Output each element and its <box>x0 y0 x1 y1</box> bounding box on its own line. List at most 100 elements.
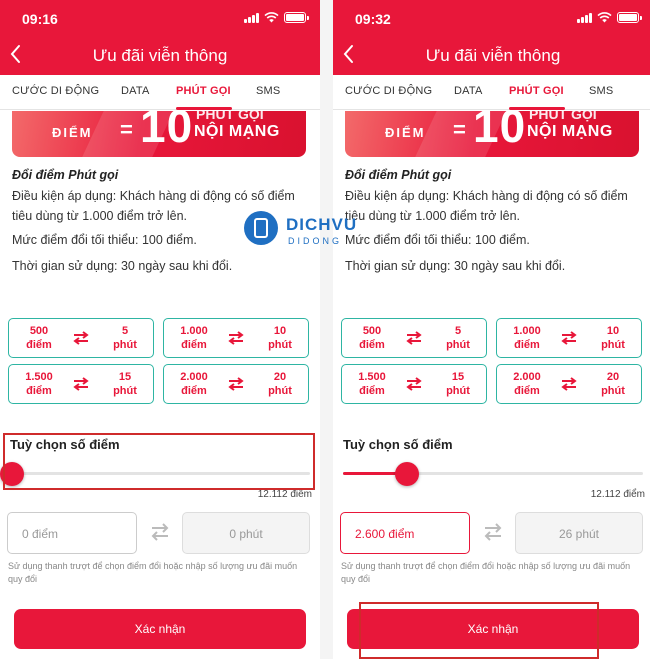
battery-icon <box>617 12 642 23</box>
app-header: 09:32 Ưu đãi viễn thông <box>333 0 650 75</box>
option-points: 1.000 <box>513 325 541 337</box>
phone-screen-left: 09:16 Ưu đãi viễn thông CƯỚC DI ĐỘNG DAT… <box>0 0 320 659</box>
slider-max-label: 12.112 điểm <box>590 489 645 500</box>
option-500[interactable]: 500 điểm 5 phút <box>8 318 154 358</box>
watermark-name: DICHVU <box>286 215 358 234</box>
banner-minutes-word: PHÚT GỌI <box>529 111 597 122</box>
option-minutes-unit: phút <box>446 339 470 351</box>
option-points: 1.500 <box>358 371 386 383</box>
duration-text: Thời gian sử dụng: 30 ngày sau khi đổi. <box>12 259 233 273</box>
highlight-box-slider <box>3 433 315 490</box>
option-points: 1.500 <box>25 371 53 383</box>
option-points: 2.000 <box>513 371 541 383</box>
option-minutes-unit: phút <box>268 339 292 351</box>
tab-sms[interactable]: SMS <box>256 85 280 97</box>
banner-equals: = <box>120 117 133 142</box>
wifi-icon <box>597 12 612 23</box>
option-1000[interactable]: 1.000 điểm 10 phút <box>163 318 309 358</box>
option-1000[interactable]: 1.000 điểm 10 phút <box>496 318 642 358</box>
option-1500[interactable]: 1.500 điểm 15 phút <box>341 364 487 404</box>
option-points: 2.000 <box>180 371 208 383</box>
tab-data[interactable]: DATA <box>121 85 150 97</box>
points-input[interactable]: 2.600 điểm <box>340 512 470 554</box>
option-minutes: 20 <box>606 371 620 383</box>
option-points-unit: điểm <box>514 385 540 397</box>
slider-max-label: 12.112 điểm <box>257 489 312 500</box>
banner-points-number: 1000 <box>397 111 433 115</box>
option-minutes: 5 <box>454 325 462 337</box>
banner-minutes-number: 10 <box>473 111 527 152</box>
promo-banner: 1000 ĐIỂM = 10 PHÚT GỌI NỘI MẠNG <box>12 111 306 157</box>
swap-icon <box>484 523 502 541</box>
signal-icon <box>244 12 259 23</box>
tab-cuoc-di-dong[interactable]: CƯỚC DI ĐỘNG <box>345 85 432 97</box>
option-minutes-unit: phút <box>268 385 292 397</box>
option-2000[interactable]: 2.000 điểm 20 phút <box>163 364 309 404</box>
slider-label: Tuỳ chọn số điểm <box>343 437 453 452</box>
option-points-unit: điểm <box>181 385 207 397</box>
confirm-button[interactable]: Xác nhận <box>14 609 306 649</box>
option-minutes: 5 <box>121 325 129 337</box>
option-2000[interactable]: 2.000 điểm 20 phút <box>496 364 642 404</box>
section-title: Đổi điểm Phút gọi <box>12 168 119 182</box>
page-title: Ưu đãi viễn thông <box>92 46 228 65</box>
slider-thumb[interactable] <box>395 462 420 486</box>
minutes-output: 0 phút <box>182 512 310 554</box>
option-1500[interactable]: 1.500 điểm 15 phút <box>8 364 154 404</box>
banner-points-word: ĐIỂM <box>52 125 93 140</box>
option-minutes: 10 <box>606 325 620 337</box>
tab-bar: CƯỚC DI ĐỘNG DATA PHÚT GỌI SMS <box>333 75 650 110</box>
banner-points-word: ĐIỂM <box>385 125 426 140</box>
exchange-icon <box>73 377 89 391</box>
tab-cuoc-di-dong[interactable]: CƯỚC DI ĐỘNG <box>12 85 99 97</box>
wifi-icon <box>264 12 279 23</box>
option-points-unit: điểm <box>26 339 52 351</box>
tab-sms[interactable]: SMS <box>589 85 613 97</box>
banner-minutes-number: 10 <box>140 111 194 152</box>
watermark-logo: DICHVU DIDONG <box>244 209 364 255</box>
status-icons <box>244 12 309 23</box>
option-minutes: 15 <box>451 371 465 383</box>
exchange-icon <box>561 331 577 345</box>
hint-text: Sử dụng thanh trượt để chọn điểm đổi hoặ… <box>8 561 298 584</box>
exchange-icon <box>406 377 422 391</box>
option-minutes-unit: phút <box>113 385 137 397</box>
hint-text: Sử dụng thanh trượt để chọn điểm đổi hoặ… <box>341 561 631 584</box>
option-minutes-unit: phút <box>601 339 625 351</box>
condition-text: Điều kiện áp dụng: Khách hàng di động có… <box>345 189 628 223</box>
option-minutes: 15 <box>118 371 132 383</box>
option-points-unit: điểm <box>359 385 385 397</box>
watermark-sub: DIDONG <box>288 236 342 246</box>
option-minutes-unit: phút <box>601 385 625 397</box>
section-title: Đổi điểm Phút gọi <box>345 168 452 182</box>
minimum-text: Mức điểm đổi tối thiểu: 100 điểm. <box>345 233 530 247</box>
active-tab-indicator <box>176 107 232 110</box>
option-minutes: 20 <box>273 371 287 383</box>
banner-minutes-word: PHÚT GỌI <box>196 111 264 122</box>
phone-logo-icon <box>244 211 278 245</box>
tab-data[interactable]: DATA <box>454 85 483 97</box>
phone-screen-right: 09:32 Ưu đãi viễn thông CƯỚC DI ĐỘNG DAT… <box>333 0 650 659</box>
option-minutes: 10 <box>273 325 287 337</box>
option-points: 500 <box>29 325 49 337</box>
duration-text: Thời gian sử dụng: 30 ngày sau khi đổi. <box>345 259 566 273</box>
option-points-unit: điểm <box>26 385 52 397</box>
exchange-icon <box>406 331 422 345</box>
option-minutes-unit: phút <box>446 385 470 397</box>
banner-points-number: 1000 <box>64 111 100 115</box>
page-title: Ưu đãi viễn thông <box>425 46 561 65</box>
exchange-icon <box>561 377 577 391</box>
highlight-box-confirm <box>359 602 599 659</box>
banner-network-word: NỘI MẠNG <box>527 123 613 140</box>
tab-phut-goi[interactable]: PHÚT GỌI <box>176 85 231 97</box>
app-header: 09:16 Ưu đãi viễn thông <box>0 0 320 75</box>
active-tab-indicator <box>509 107 565 110</box>
option-points-unit: điểm <box>514 339 540 351</box>
option-500[interactable]: 500 điểm 5 phút <box>341 318 487 358</box>
points-input[interactable]: 0 điểm <box>7 512 137 554</box>
tab-bar: CƯỚC DI ĐỘNG DATA PHÚT GỌI SMS <box>0 75 320 110</box>
tab-phut-goi[interactable]: PHÚT GỌI <box>509 85 564 97</box>
exchange-icon <box>73 331 89 345</box>
points-slider-track[interactable] <box>343 472 643 475</box>
minutes-output: 26 phút <box>515 512 643 554</box>
